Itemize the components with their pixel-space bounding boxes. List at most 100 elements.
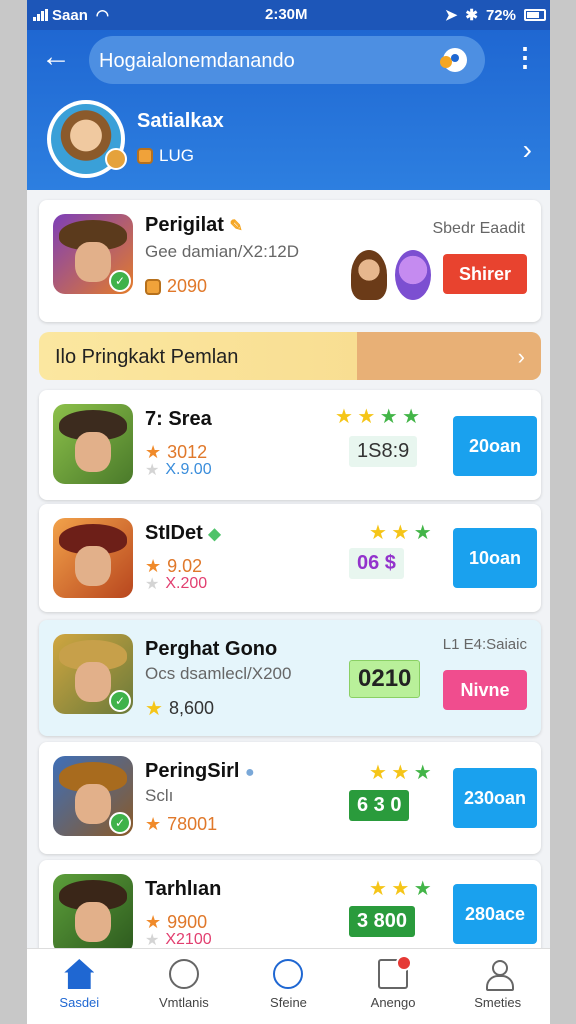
game-thumbnail bbox=[53, 518, 133, 598]
more-options-icon[interactable]: ⋮ bbox=[512, 44, 538, 74]
clock: 2:30M bbox=[265, 6, 308, 23]
bluetooth-icon: ✱ bbox=[465, 7, 478, 24]
game-sub: ★ X.9.00 bbox=[145, 461, 212, 479]
verified-icon: ✓ bbox=[109, 270, 131, 292]
game-value: 0210 bbox=[349, 660, 421, 698]
rating-stars: ★ ★ ★ bbox=[369, 762, 432, 784]
search-badge-icon[interactable] bbox=[440, 48, 467, 72]
nav-item-tools[interactable]: Vmtlanis bbox=[132, 949, 237, 1024]
notification-badge bbox=[396, 955, 413, 971]
game-action-button[interactable]: 230oan bbox=[453, 768, 537, 828]
game-thumbnail bbox=[53, 874, 133, 954]
star-outline-icon: ★ bbox=[145, 932, 160, 949]
star-outline-icon: ★ bbox=[145, 576, 160, 593]
game-sub: Sclı bbox=[145, 786, 174, 805]
game-thumbnail: ✓ bbox=[53, 214, 133, 294]
list-item[interactable]: 7: Srea ★ 3012 ★ X.9.00 ★ ★ ★ ★ 1S8:9 20oa… bbox=[39, 390, 541, 500]
promo-text: Ilo Pringkakt Pemlan bbox=[55, 346, 239, 368]
store-icon bbox=[273, 959, 304, 989]
game-thumbnail bbox=[53, 404, 133, 484]
game-title: 7: Srea bbox=[145, 408, 212, 430]
featured-card[interactable]: ✓ Perigilat ✎ Gee damian/X2:12D 2090 Sbe… bbox=[39, 200, 541, 322]
game-title: StIDet ◆ bbox=[145, 522, 221, 544]
game-thumbnail: ✓ bbox=[53, 756, 133, 836]
featured-title: Perigilat ✎ bbox=[145, 214, 243, 236]
rating-stars: ★ ★ ★ bbox=[369, 878, 432, 900]
bottom-navigation: Sasdei Vmtlanis Sfeine Anengo Smeties bbox=[27, 948, 550, 1024]
battery-percent: 72% bbox=[485, 6, 516, 24]
carrier-label: Saan bbox=[52, 6, 88, 24]
message-icon bbox=[378, 955, 413, 989]
game-sub: Ocs dsamlecl/X200 bbox=[145, 664, 292, 683]
game-rating: ★ 78001 bbox=[145, 814, 218, 834]
search-text: Hogaialonemdanando bbox=[99, 50, 295, 72]
game-value: 06 $ bbox=[349, 548, 404, 579]
list-item-highlighted[interactable]: ✓ Perghat Gono Ocs dsamlecl/X200 ★ 8,600 … bbox=[39, 620, 541, 736]
orb-icon: ● bbox=[245, 764, 255, 781]
star-icon: ★ bbox=[145, 814, 162, 834]
list-item[interactable]: ✓ PeringSirl ● Sclı ★ 78001 ★ ★ ★ 6 3 0 2… bbox=[39, 742, 541, 854]
featured-subtitle: Gee damian/X2:12D bbox=[145, 242, 300, 261]
coin-icon bbox=[137, 148, 153, 164]
signal-icon bbox=[33, 9, 48, 21]
featured-action-button[interactable]: Shirer bbox=[443, 254, 527, 294]
game-title: Tarhlıan bbox=[145, 878, 222, 900]
nav-label: Anengo bbox=[370, 995, 416, 1010]
nav-item-messages[interactable]: Anengo bbox=[341, 949, 446, 1024]
tools-icon bbox=[168, 959, 199, 989]
list-item[interactable]: Tarhlıan ★ 9900 ★ X2100 ★ ★ ★ 3 800 280ace bbox=[39, 860, 541, 960]
featured-right-label: Sbedr Eaadit bbox=[432, 220, 525, 237]
nav-label: Vmtlanis bbox=[158, 995, 209, 1010]
location-icon: ➤ bbox=[444, 7, 458, 24]
rating-stars: ★ ★ ★ ★ bbox=[335, 406, 421, 428]
chevron-right-icon[interactable]: › bbox=[523, 134, 532, 166]
wifi-icon: ◠ bbox=[95, 7, 109, 24]
game-title: Perghat Gono bbox=[145, 638, 278, 660]
list-item[interactable]: StIDet ◆ ★ 9.02 ★ X.200 ★ ★ ★ 06 $ 10oan bbox=[39, 504, 541, 612]
game-action-button[interactable]: Nivne bbox=[443, 670, 527, 710]
verified-icon: ✓ bbox=[109, 812, 131, 834]
profile-name: Satialkax bbox=[137, 110, 224, 132]
nav-label: Smeties bbox=[474, 995, 522, 1010]
star-outline-icon: ★ bbox=[145, 462, 160, 479]
game-value: 3 800 bbox=[349, 906, 416, 937]
search-input[interactable]: Hogaialonemdanando bbox=[89, 36, 485, 84]
nav-label: Sasdei bbox=[59, 995, 100, 1010]
chevron-right-icon[interactable]: › bbox=[518, 344, 525, 370]
verified-icon: ✓ bbox=[109, 690, 131, 712]
game-action-button[interactable]: 10oan bbox=[453, 528, 537, 588]
back-arrow-icon[interactable]: ← bbox=[41, 42, 75, 76]
profile-icon bbox=[483, 959, 514, 991]
header: ← Hogaialonemdanando ⋮ Satialkax LUG › bbox=[27, 30, 550, 190]
level-badge-icon bbox=[105, 148, 127, 170]
profile-level-value: LUG bbox=[159, 146, 194, 165]
profile-level: LUG bbox=[137, 146, 194, 166]
character-purple-icon bbox=[395, 250, 431, 300]
character-brown-icon bbox=[351, 250, 387, 300]
game-sub: ★ X.200 bbox=[145, 575, 208, 593]
phone-screen: Saan ◠ 2:30M ➤ ✱ 72% ← Hogaialonemdanand… bbox=[27, 0, 550, 1024]
status-bar: Saan ◠ 2:30M ➤ ✱ 72% bbox=[27, 0, 550, 30]
gem-icon: ◆ bbox=[208, 526, 221, 543]
game-right-label: L1 E4:Saiaic bbox=[442, 636, 527, 653]
nav-item-store[interactable]: Sfeine bbox=[236, 949, 341, 1024]
pencil-icon: ✎ bbox=[229, 218, 243, 235]
game-value: 6 3 0 bbox=[349, 790, 410, 821]
game-sub: ★ X2100 bbox=[145, 931, 212, 949]
coin-icon bbox=[145, 278, 161, 295]
game-title: PeringSirl ● bbox=[145, 760, 255, 782]
game-thumbnail: ✓ bbox=[53, 634, 133, 714]
promo-banner[interactable]: Ilo Pringkakt Pemlan › bbox=[39, 332, 541, 380]
nav-label: Sfeine bbox=[270, 995, 307, 1010]
rating-stars: ★ ★ ★ bbox=[369, 522, 432, 544]
star-icon: ★ bbox=[145, 698, 163, 720]
game-action-button[interactable]: 20oan bbox=[453, 416, 537, 476]
nav-item-home[interactable]: Sasdei bbox=[27, 949, 132, 1024]
nav-item-profile[interactable]: Smeties bbox=[445, 949, 550, 1024]
battery-icon bbox=[524, 9, 546, 21]
home-icon bbox=[64, 959, 95, 989]
game-action-button[interactable]: 280ace bbox=[453, 884, 537, 944]
featured-score: 2090 bbox=[145, 276, 207, 297]
game-rating: ★ 8,600 bbox=[145, 698, 214, 720]
game-value: 1S8:9 bbox=[349, 436, 418, 467]
